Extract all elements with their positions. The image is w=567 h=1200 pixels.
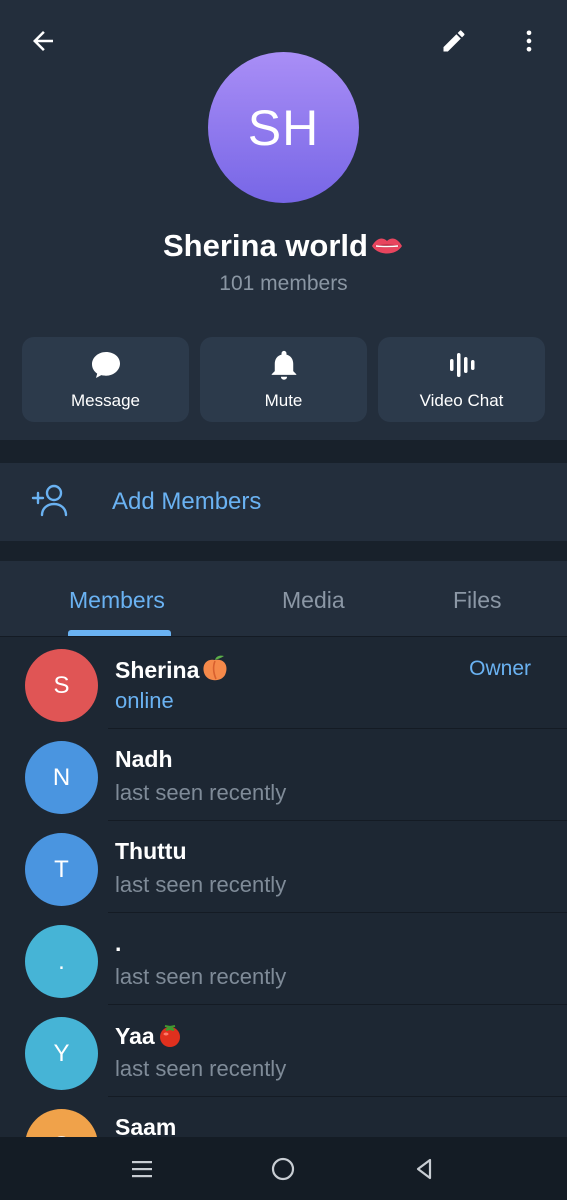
avatar: S [25,1109,98,1137]
avatar-initial: N [52,763,71,791]
member-status: last seen recently [115,780,287,805]
member-name: Yaa [115,1022,184,1054]
tomato-emoji-icon [156,1022,184,1054]
member-name-text: Sherina [115,657,200,683]
avatar-initial: . [58,947,65,975]
active-tab-indicator [68,630,171,636]
more-options-icon[interactable] [505,17,553,65]
home-icon[interactable] [265,1151,301,1187]
member-status: online [115,688,174,713]
member-name-text: Yaa [115,1023,155,1049]
avatar: T [25,833,98,906]
section-divider [0,440,567,463]
member-status: last seen recently [115,872,287,897]
member-name: Sherina [115,654,230,688]
section-divider [0,541,567,561]
member-name: Nadh [115,746,173,772]
mute-button-label: Mute [264,391,303,410]
message-button-label: Message [71,391,140,410]
member-name: Thuttu [115,838,187,864]
group-name-text: Sherina world [163,228,368,263]
back-triangle-icon[interactable] [406,1151,442,1187]
avatar-initial: Y [53,1039,70,1067]
bell-icon [269,349,299,381]
video-chat-button[interactable]: Video Chat [378,337,545,422]
member-list: S Sherina online Owner N Nadh last seen … [0,637,567,1137]
member-status: last seen recently [115,1056,287,1081]
avatar: Y [25,1017,98,1090]
system-navigation-bar [0,1137,567,1200]
back-arrow-icon[interactable] [19,17,67,65]
voice-chat-icon [447,349,477,381]
list-item[interactable]: Y Yaa last seen recently [0,1005,567,1097]
peach-emoji-icon [200,654,230,688]
avatar: S [25,649,98,722]
add-members-row[interactable]: Add Members [0,463,567,541]
profile-header: SH Sherina world 101 members Message Mut… [0,0,567,440]
chat-bubble-icon [90,349,122,381]
member-count: 101 members [219,272,348,295]
message-button[interactable]: Message [22,337,189,422]
add-members-label: Add Members [112,488,262,515]
group-avatar[interactable]: SH [208,52,359,203]
group-avatar-initials: SH [247,99,320,156]
lips-emoji-icon [370,230,404,266]
list-item[interactable]: S Sherina online Owner [0,637,567,729]
list-item[interactable]: T Thuttu last seen recently [0,821,567,913]
member-status: last seen recently [115,964,287,989]
avatar-initial: T [54,855,69,883]
tab-files[interactable]: Files [453,587,502,614]
tab-members[interactable]: Members [69,587,165,614]
list-item[interactable]: . . last seen recently [0,913,567,1005]
recent-apps-icon[interactable] [124,1151,160,1187]
avatar: . [25,925,98,998]
profile-tabs: Members Media Files [0,561,567,637]
list-item[interactable]: N Nadh last seen recently [0,729,567,821]
list-item[interactable]: S Saam [0,1097,567,1137]
member-name: . [115,930,122,956]
group-name: Sherina world [0,228,567,266]
video-chat-button-label: Video Chat [419,391,504,410]
tab-media[interactable]: Media [282,587,345,614]
member-name: Saam [115,1114,177,1137]
avatar-initial: S [53,671,70,699]
owner-badge: Owner [469,657,531,680]
edit-pencil-icon[interactable] [430,17,478,65]
avatar: N [25,741,98,814]
mute-button[interactable]: Mute [200,337,367,422]
add-user-icon [30,481,72,526]
